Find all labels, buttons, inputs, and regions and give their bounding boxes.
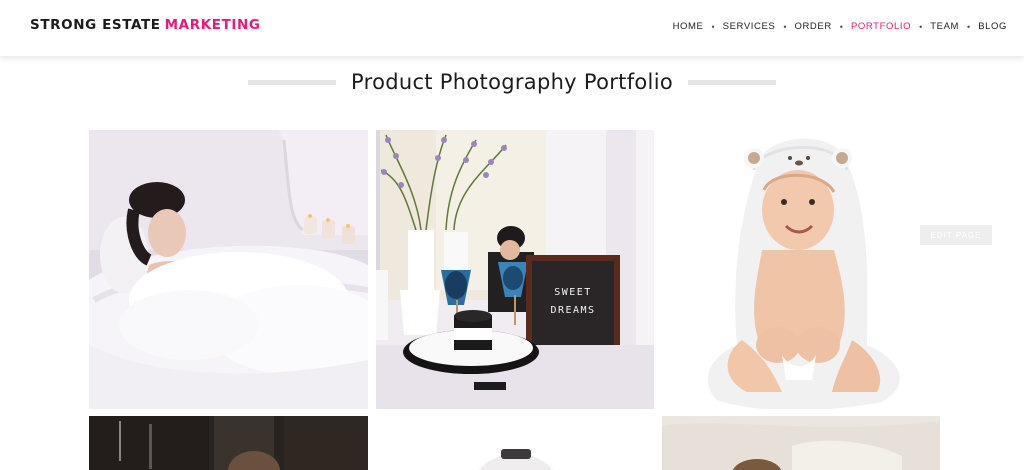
baby-towel-photo <box>662 130 940 409</box>
product-photo <box>376 416 654 470</box>
nav-separator: • <box>967 21 971 32</box>
letter-board: SWEET DREAMS <box>526 255 620 357</box>
nav-item-team[interactable]: TEAM <box>930 21 959 32</box>
site-logo[interactable]: STRONG ESTATE MARKETING <box>30 17 261 33</box>
gallery-item-bedding[interactable] <box>662 416 940 470</box>
bath-photo <box>89 130 368 409</box>
gallery-item-product[interactable] <box>376 416 654 470</box>
nav-separator: • <box>919 21 923 32</box>
nav-item-services[interactable]: SERVICES <box>723 21 776 32</box>
title-divider-left <box>248 79 336 85</box>
nav-separator: • <box>783 21 787 32</box>
nav-item-order[interactable]: ORDER <box>794 21 831 32</box>
bedding-photo <box>662 416 940 470</box>
page-title-row: Product Photography Portfolio <box>0 62 1024 102</box>
gallery-item-vanity[interactable]: SWEET DREAMS <box>376 130 654 409</box>
site-header: STRONG ESTATE MARKETING HOME • SERVICES •… <box>0 0 1024 56</box>
letter-board-line-2: DREAMS <box>550 305 595 316</box>
nav-item-home[interactable]: HOME <box>673 21 704 32</box>
nav-separator: • <box>711 21 715 32</box>
title-divider-right <box>687 79 776 85</box>
kitchen-photo <box>89 416 368 470</box>
nav-separator: • <box>839 21 843 32</box>
edit-page-button[interactable]: EDIT PAGE <box>920 225 992 245</box>
page-title: Product Photography Portfolio <box>351 70 673 94</box>
nav-item-blog[interactable]: BLOG <box>978 21 1007 32</box>
logo-primary-text: STRONG ESTATE <box>30 17 161 33</box>
gallery-item-baby-towel[interactable] <box>662 130 940 409</box>
logo-accent-text: MARKETING <box>164 17 261 33</box>
nav-item-portfolio[interactable]: PORTFOLIO <box>851 21 911 32</box>
gallery-item-kitchen[interactable] <box>89 416 368 470</box>
main-nav: HOME • SERVICES • ORDER • PORTFOLIO • TE… <box>673 21 1007 32</box>
gallery-item-bath[interactable] <box>89 130 368 409</box>
vanity-photo: SWEET DREAMS <box>376 130 654 409</box>
letter-board-line-1: SWEET <box>554 287 592 298</box>
